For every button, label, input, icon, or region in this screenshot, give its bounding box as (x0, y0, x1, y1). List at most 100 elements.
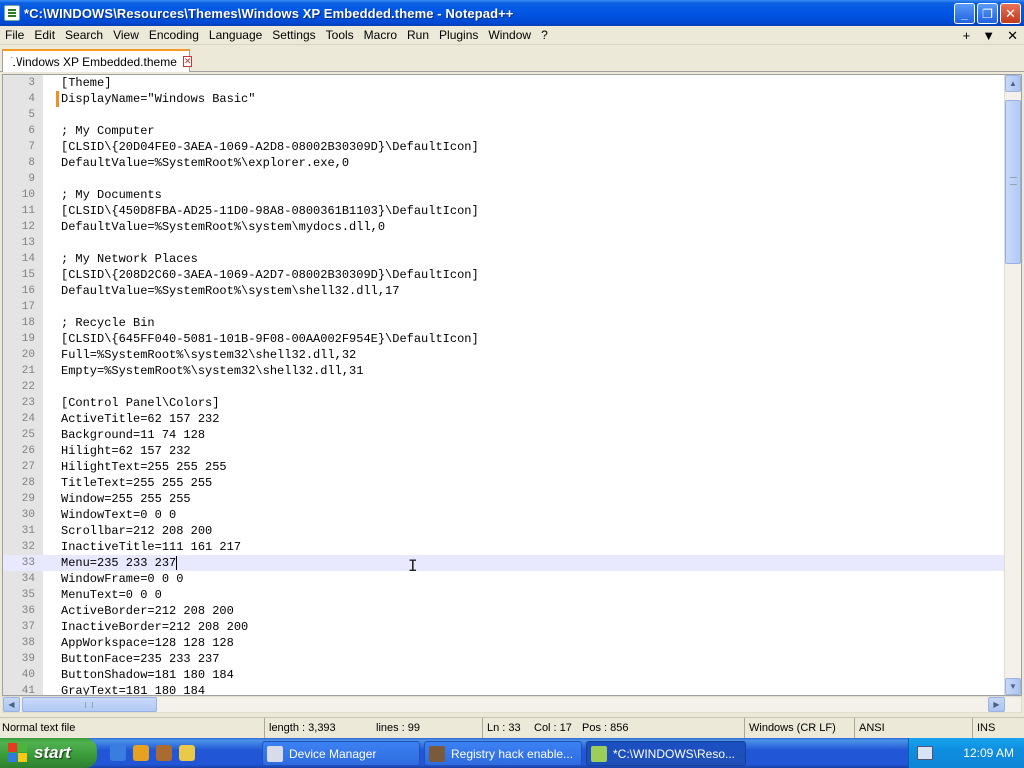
editor-line[interactable]: 32 InactiveTitle=111 161 217 (3, 539, 1005, 555)
editor-line[interactable]: 38 AppWorkspace=128 128 128 (3, 635, 1005, 651)
line-text: InactiveBorder=212 208 200 (61, 620, 249, 634)
task-registry-hack[interactable]: Registry hack enable... (424, 741, 582, 766)
menu-search[interactable]: Search (60, 26, 108, 45)
menu-edit[interactable]: Edit (29, 26, 60, 45)
menu-language[interactable]: Language (204, 26, 267, 45)
tab-close-icon[interactable]: ✕ (182, 56, 193, 67)
line-text: ActiveBorder=212 208 200 (61, 604, 234, 618)
editor-line[interactable]: 7 [CLSID\{20D04FE0-3AEA-1069-A2D8-08002B3… (3, 139, 1005, 155)
editor-line[interactable]: 33 Menu=235 233 237 (3, 555, 1005, 571)
editor-line[interactable]: 24 ActiveTitle=62 157 232 (3, 411, 1005, 427)
network-tray-icon[interactable] (917, 746, 933, 760)
editor-line[interactable]: 30 WindowText=0 0 0 (3, 507, 1005, 523)
editor-line[interactable]: 34 WindowFrame=0 0 0 (3, 571, 1005, 587)
editor-line[interactable]: 9 (3, 171, 1005, 187)
editor-line[interactable]: 37 InactiveBorder=212 208 200 (3, 619, 1005, 635)
editor-line[interactable]: 31 Scrollbar=212 208 200 (3, 523, 1005, 539)
line-text: Menu=235 233 237 (61, 555, 178, 570)
editor-line[interactable]: 21 Empty=%SystemRoot%\system32\shell32.dl… (3, 363, 1005, 379)
editor-line[interactable]: 19 [CLSID\{645FF040-5081-101B-9F08-00AA00… (3, 331, 1005, 347)
editor-line[interactable]: 17 (3, 299, 1005, 315)
editor-line[interactable]: 15 [CLSID\{208D2C60-3AEA-1069-A2D7-08002B… (3, 267, 1005, 283)
task-notepadpp[interactable]: *C:\WINDOWS\Reso... (586, 741, 746, 766)
line-number: 41 (21, 685, 35, 696)
editor-line[interactable]: 20 Full=%SystemRoot%\system32\shell32.dll… (3, 347, 1005, 363)
editor-line[interactable]: 25 Background=11 74 128 (3, 427, 1005, 443)
tab-list-dropdown-icon[interactable]: ▼ (982, 26, 995, 45)
editor-line[interactable]: 6 ; My Computer (3, 123, 1005, 139)
status-col: Col : 17 (534, 722, 572, 734)
vertical-scrollbar[interactable]: ▲ ▼ (1004, 75, 1021, 695)
editor-line[interactable]: 35 MenuText=0 0 0 (3, 587, 1005, 603)
editor-line[interactable]: 13 (3, 235, 1005, 251)
status-length: length : 3,393 (264, 718, 336, 739)
window-controls: _ ❐ ✕ (954, 3, 1021, 24)
scroll-up-arrow-icon[interactable]: ▲ (1005, 75, 1021, 92)
task-device-manager[interactable]: Device Manager (262, 741, 420, 766)
quick-launch-tool-icon[interactable] (156, 745, 172, 761)
menu-run[interactable]: Run (402, 26, 434, 45)
editor-line[interactable]: 16 DefaultValue=%SystemRoot%\system\shell… (3, 283, 1005, 299)
change-marker (56, 91, 59, 107)
clock[interactable]: 12:09 AM (963, 738, 1014, 768)
start-button[interactable]: start (0, 738, 97, 768)
editor-line[interactable]: 10 ; My Documents (3, 187, 1005, 203)
menu-help[interactable]: ? (536, 26, 553, 45)
line-number: 4 (28, 93, 35, 105)
status-insert-mode[interactable]: INS (972, 718, 995, 739)
menu-file[interactable]: File (0, 26, 29, 45)
scroll-down-arrow-icon[interactable]: ▼ (1005, 678, 1021, 695)
editor-line[interactable]: 18 ; Recycle Bin (3, 315, 1005, 331)
close-button[interactable]: ✕ (1000, 3, 1021, 24)
line-text: ButtonFace=235 233 237 (61, 652, 220, 666)
maximize-button[interactable]: ❐ (977, 3, 998, 24)
horizontal-scroll-thumb[interactable] (22, 697, 157, 712)
editor-line[interactable]: 3 [Theme] (3, 75, 1005, 91)
vertical-scroll-thumb[interactable] (1005, 100, 1021, 264)
scroll-right-arrow-icon[interactable]: ▶ (988, 697, 1005, 712)
editor-line[interactable]: 5 (3, 107, 1005, 123)
line-text: Full=%SystemRoot%\system32\shell32.dll,3… (61, 348, 357, 362)
menu-view[interactable]: View (108, 26, 144, 45)
quick-launch-notepad-icon[interactable] (179, 745, 195, 761)
editor-line[interactable]: 4 DisplayName="Windows Basic" (3, 91, 1005, 107)
editor-line[interactable]: 36 ActiveBorder=212 208 200 (3, 603, 1005, 619)
line-number: 5 (28, 109, 35, 121)
quick-launch-ie-icon[interactable] (110, 745, 126, 761)
editor-line[interactable]: 41 GrayText=181 180 184 (3, 683, 1005, 696)
quick-launch-media-icon[interactable] (133, 745, 149, 761)
editor-line[interactable]: 27 HilightText=255 255 255 (3, 459, 1005, 475)
editor-line[interactable]: 39 ButtonFace=235 233 237 (3, 651, 1005, 667)
close-document-icon[interactable]: ✕ (1007, 26, 1018, 45)
horizontal-scrollbar[interactable]: ◀ ▶ (2, 696, 1022, 713)
status-eol[interactable]: Windows (CR LF) (744, 718, 836, 739)
editor-line[interactable]: 26 Hilight=62 157 232 (3, 443, 1005, 459)
menu-settings[interactable]: Settings (267, 26, 320, 45)
menu-macro[interactable]: Macro (359, 26, 402, 45)
menu-plugins[interactable]: Plugins (434, 26, 483, 45)
editor-line[interactable]: 29 Window=255 255 255 (3, 491, 1005, 507)
editor-line[interactable]: 8 DefaultValue=%SystemRoot%\explorer.exe,… (3, 155, 1005, 171)
title-bar[interactable]: *C:\WINDOWS\Resources\Themes\Windows XP … (0, 0, 1024, 26)
text-editor[interactable]: 3 [Theme] 4 DisplayName="Windows Basic" 5 6 ; … (2, 74, 1022, 696)
tab-windows-xp-embedded-theme[interactable]: Windows XP Embedded.theme ✕ (2, 49, 193, 72)
status-lines: lines : 99 (376, 722, 421, 734)
notepadpp-app-icon[interactable] (4, 5, 20, 21)
line-text: Background=11 74 128 (61, 428, 206, 442)
editor-line[interactable]: 11 [CLSID\{450D8FBA-AD25-11D0-98A8-080036… (3, 203, 1005, 219)
status-encoding[interactable]: ANSI (854, 718, 885, 739)
editor-line[interactable]: 23 [Control Panel\Colors] (3, 395, 1005, 411)
editor-line[interactable]: 40 ButtonShadow=181 180 184 (3, 667, 1005, 683)
editor-line[interactable]: 28 TitleText=255 255 255 (3, 475, 1005, 491)
new-tab-plus-icon[interactable]: + (963, 26, 971, 45)
editor-line[interactable]: 14 ; My Network Places (3, 251, 1005, 267)
menu-tools[interactable]: Tools (321, 26, 359, 45)
editor-line[interactable]: 22 (3, 379, 1005, 395)
scroll-left-arrow-icon[interactable]: ◀ (3, 697, 20, 712)
menu-encoding[interactable]: Encoding (144, 26, 204, 45)
editor-line[interactable]: 12 DefaultValue=%SystemRoot%\system\mydoc… (3, 219, 1005, 235)
line-number: 7 (28, 141, 35, 153)
minimize-button[interactable]: _ (954, 3, 975, 24)
document-tab-bar: Windows XP Embedded.theme ✕ (0, 46, 1024, 72)
menu-window[interactable]: Window (483, 26, 536, 45)
